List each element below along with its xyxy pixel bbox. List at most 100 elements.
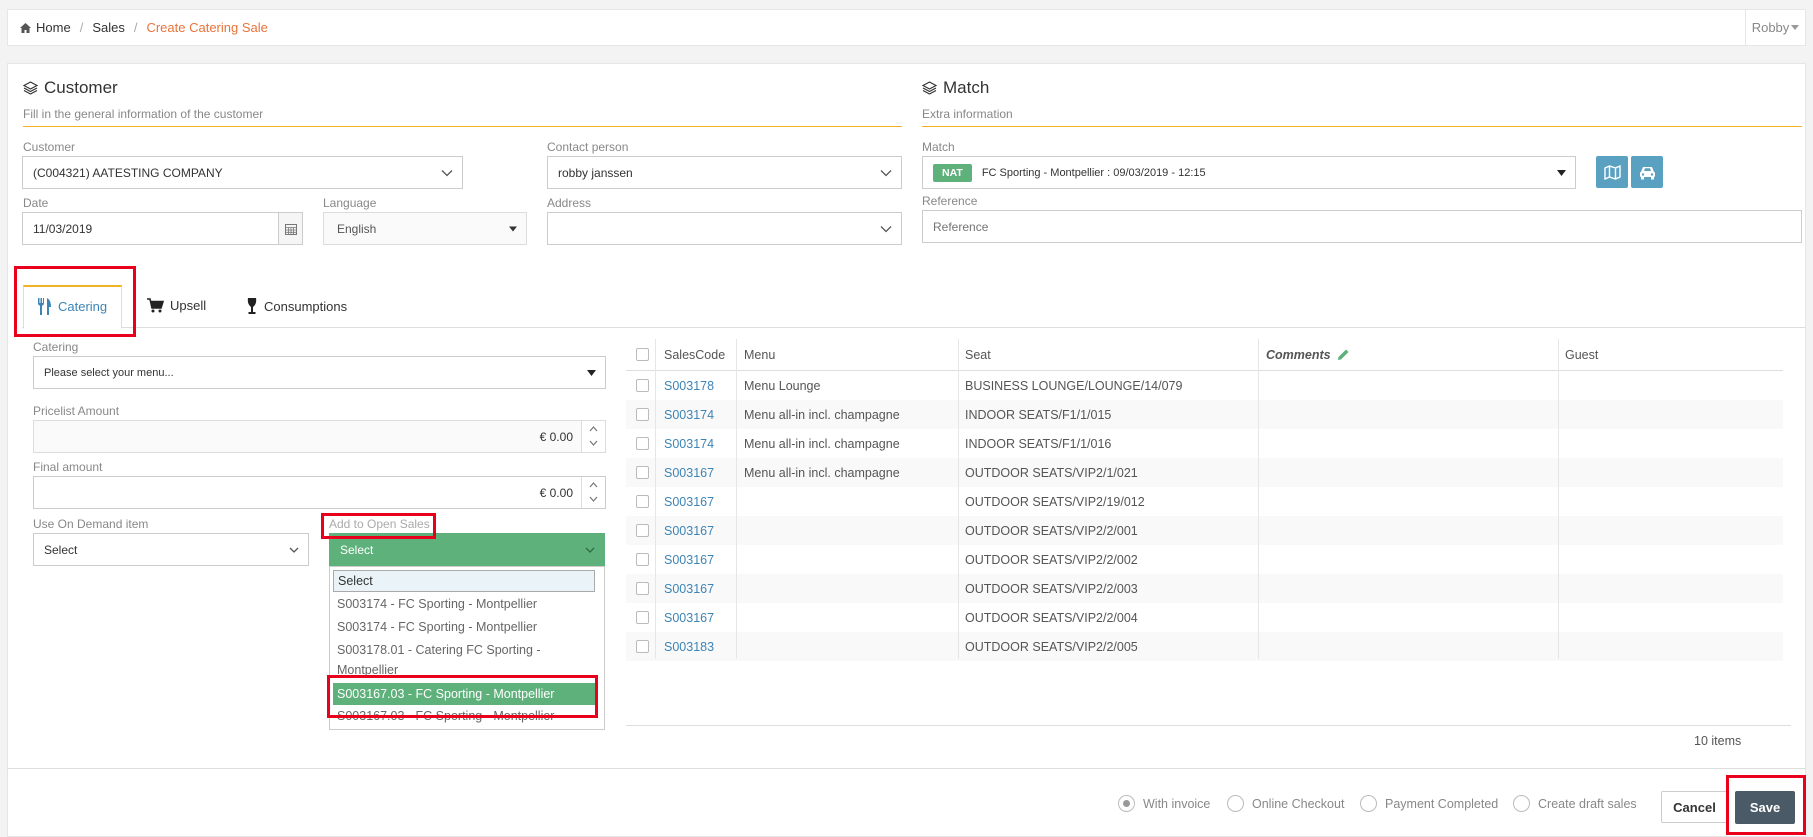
address-select[interactable] (547, 212, 902, 245)
on-demand-select[interactable]: Select (33, 533, 309, 566)
reference-input[interactable] (922, 210, 1802, 243)
calendar-button[interactable] (278, 213, 302, 244)
customer-select[interactable]: (C004321) AATESTING COMPANY (22, 156, 463, 189)
row-salescode[interactable]: S003167 (664, 458, 714, 487)
reference-label: Reference (922, 194, 978, 208)
create-draft-option[interactable]: Create draft sales (1513, 795, 1637, 812)
dropdown-option-selected[interactable]: S003167.03 - FC Sporting - Montpellier (333, 683, 595, 705)
col-seat[interactable]: Seat (965, 339, 991, 370)
breadcrumb-sales[interactable]: Sales (92, 20, 125, 35)
col-guest[interactable]: Guest (1565, 339, 1598, 370)
customer-section-subtitle: Fill in the general information of the c… (23, 107, 264, 121)
caret-down-icon (1791, 25, 1800, 30)
row-checkbox[interactable] (636, 524, 649, 537)
row-checkbox[interactable] (636, 466, 649, 479)
row-salescode[interactable]: S003167 (664, 574, 714, 603)
online-checkout-option[interactable]: Online Checkout (1227, 795, 1344, 812)
table-row[interactable]: S003178 Menu Lounge BUSINESS LOUNGE/LOUNGE… (626, 371, 1783, 400)
table-row[interactable]: S003167 OUTDOOR SEATS/VIP2/19/012 (626, 487, 1783, 516)
table-row[interactable]: S003183 OUTDOOR SEATS/VIP2/2/005 (626, 632, 1783, 661)
sales-table: SalesCode Menu Seat Comments Guest S0031… (626, 339, 1783, 661)
layers-icon (922, 81, 937, 95)
row-checkbox[interactable] (636, 611, 649, 624)
chevron-down-icon (880, 169, 892, 176)
row-salescode[interactable]: S003167 (664, 545, 714, 574)
row-salescode[interactable]: S003167 (664, 603, 714, 632)
table-row[interactable]: S003167 OUTDOOR SEATS/VIP2/2/003 (626, 574, 1783, 603)
row-seat: OUTDOOR SEATS/VIP2/19/012 (965, 494, 1145, 509)
match-label: Match (922, 140, 955, 154)
catering-menu-select[interactable]: Please select your menu... (33, 356, 606, 389)
language-select[interactable]: English (323, 212, 527, 245)
col-menu[interactable]: Menu (744, 339, 775, 370)
catering-label: Catering (33, 340, 79, 354)
row-checkbox[interactable] (636, 553, 649, 566)
row-checkbox[interactable] (636, 495, 649, 508)
glass-icon (247, 298, 257, 314)
cutlery-icon (38, 298, 51, 315)
chevron-down-icon (585, 547, 595, 553)
open-sales-select[interactable]: Select (329, 533, 605, 566)
row-menu: Menu all-in incl. champagne (744, 407, 900, 422)
table-row[interactable]: S003167 OUTDOOR SEATS/VIP2/2/002 (626, 545, 1783, 574)
with-invoice-radio[interactable] (1118, 795, 1135, 812)
layers-icon (23, 81, 38, 95)
row-checkbox[interactable] (636, 379, 649, 392)
tab-upsell[interactable]: Upsell (147, 298, 206, 313)
row-seat: INDOOR SEATS/F1/1/015 (965, 407, 1112, 422)
row-salescode[interactable]: S003178 (664, 371, 714, 400)
save-button[interactable]: Save (1735, 791, 1795, 824)
row-salescode[interactable]: S003167 (664, 487, 714, 516)
row-checkbox[interactable] (636, 582, 649, 595)
user-menu[interactable]: Robby (1745, 10, 1805, 45)
table-row[interactable]: S003167 OUTDOOR SEATS/VIP2/2/004 (626, 603, 1783, 632)
online-checkout-radio[interactable] (1227, 795, 1244, 812)
breadcrumb: Home / Sales / Create Catering Sale (20, 20, 268, 35)
row-salescode[interactable]: S003183 (664, 632, 714, 661)
on-demand-label: Use On Demand item (33, 517, 149, 531)
match-select[interactable]: NAT FC Sporting - Montpellier : 09/03/20… (922, 156, 1576, 189)
select-all-checkbox[interactable] (636, 348, 649, 361)
breadcrumb-home[interactable]: Home (36, 20, 71, 35)
row-checkbox[interactable] (636, 437, 649, 450)
table-row[interactable]: S003167 Menu all-in incl. champagne OUTDOO… (626, 458, 1783, 487)
chevron-down-icon (441, 169, 453, 176)
pencil-icon (1337, 349, 1349, 360)
dropdown-option[interactable]: S003178.01 - Catering FC Sporting - (337, 643, 541, 657)
map-button[interactable] (1596, 156, 1628, 188)
with-invoice-option[interactable]: With invoice (1118, 795, 1210, 812)
dropdown-option[interactable]: S003174 - FC Sporting - Montpellier (337, 597, 537, 611)
final-amount-input[interactable]: € 0.00 (33, 476, 606, 509)
table-row[interactable]: S003167 OUTDOOR SEATS/VIP2/2/001 (626, 516, 1783, 545)
date-input[interactable]: 11/03/2019 (22, 212, 303, 245)
row-seat: OUTDOOR SEATS/VIP2/2/004 (965, 610, 1138, 625)
dropdown-option[interactable]: S003174 - FC Sporting - Montpellier (337, 620, 537, 634)
row-seat: OUTDOOR SEATS/VIP2/2/002 (965, 552, 1138, 567)
table-row[interactable]: S003174 Menu all-in incl. champagne INDOOR… (626, 400, 1783, 429)
contact-person-select[interactable]: robby janssen (547, 156, 902, 189)
cancel-button[interactable]: Cancel (1661, 791, 1728, 823)
dropdown-option[interactable]: S003167.03 - FC Sporting - Montpellier (337, 709, 554, 723)
row-salescode[interactable]: S003174 (664, 400, 714, 429)
caret-down-icon (509, 226, 517, 231)
row-seat: OUTDOOR SEATS/VIP2/1/021 (965, 465, 1138, 480)
payment-completed-option[interactable]: Payment Completed (1360, 795, 1498, 812)
dropdown-search-input[interactable]: Select (333, 570, 595, 592)
row-checkbox[interactable] (636, 408, 649, 421)
final-amount-stepper[interactable] (581, 477, 605, 508)
table-row[interactable]: S003174 Menu all-in incl. champagne INDOOR… (626, 429, 1783, 458)
row-checkbox[interactable] (636, 640, 649, 653)
col-salescode[interactable]: SalesCode (664, 339, 725, 370)
create-draft-radio[interactable] (1513, 795, 1530, 812)
tab-catering[interactable]: Catering (37, 298, 107, 315)
row-salescode[interactable]: S003174 (664, 429, 714, 458)
tab-consumptions[interactable]: Consumptions (246, 298, 347, 315)
row-salescode[interactable]: S003167 (664, 516, 714, 545)
car-button[interactable] (1631, 156, 1663, 188)
col-comments[interactable]: Comments (1266, 339, 1350, 370)
car-icon (1639, 166, 1655, 179)
pricelist-stepper[interactable] (581, 421, 605, 452)
breadcrumb-current: Create Catering Sale (146, 20, 268, 35)
payment-completed-radio[interactable] (1360, 795, 1377, 812)
pricelist-amount-input[interactable]: € 0.00 (33, 420, 606, 453)
